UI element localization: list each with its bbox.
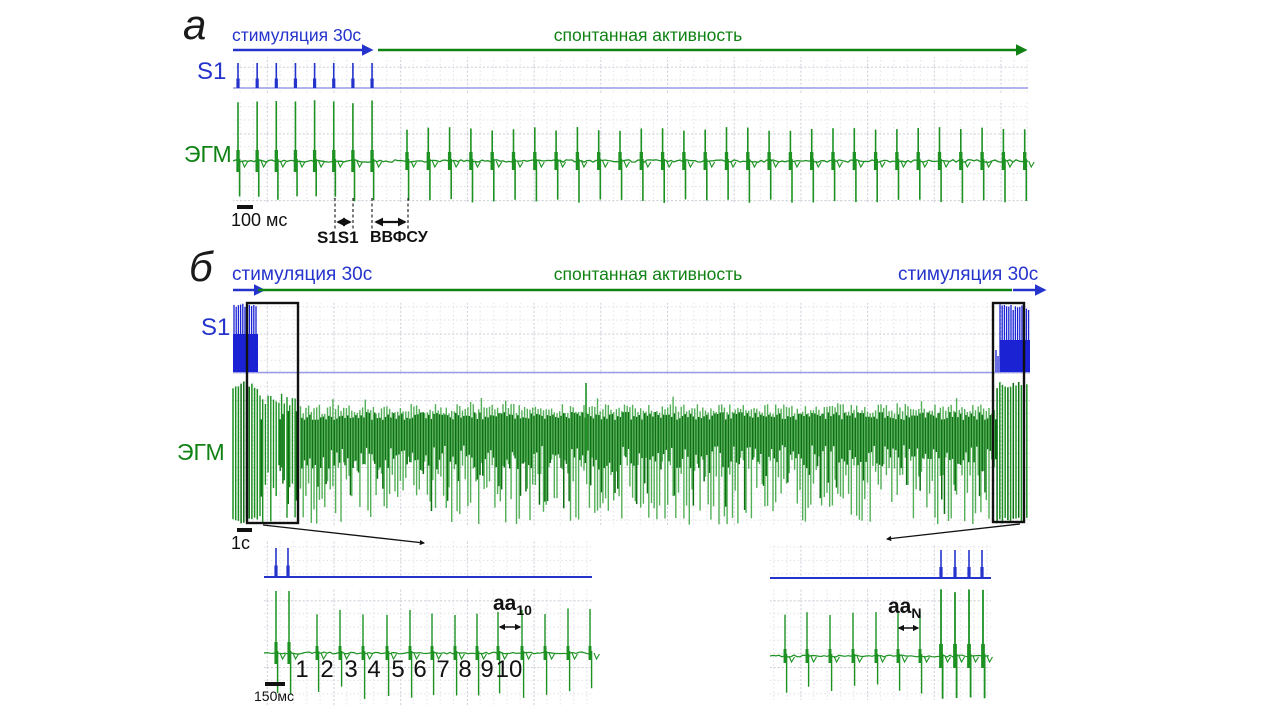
interval-number: 10 bbox=[496, 658, 523, 682]
interval-number: 5 bbox=[391, 658, 404, 682]
aaN-annotation: ааN bbox=[888, 596, 921, 620]
panel-b-stim-right-label: стимуляция 30с bbox=[898, 265, 1030, 284]
panel-a-letter: а bbox=[183, 4, 206, 46]
aa10-base: аа bbox=[493, 592, 516, 615]
interval-number: 8 bbox=[458, 658, 471, 682]
trace-canvas bbox=[0, 0, 1280, 720]
aaN-base: аа bbox=[888, 595, 911, 618]
aa10-annotation: аа10 bbox=[493, 593, 532, 617]
interval-number: 4 bbox=[367, 658, 380, 682]
panel-a-s1-label: S1 bbox=[197, 60, 226, 84]
interval-number: 2 bbox=[320, 658, 333, 682]
panel-a-egm-label: ЭГМ bbox=[184, 143, 232, 166]
interval-number: 3 bbox=[344, 658, 357, 682]
panel-b-s1-label: S1 bbox=[201, 316, 230, 340]
panel-a-stim-label: стимуляция 30с bbox=[232, 27, 361, 45]
panel-b-letter: б bbox=[189, 246, 213, 288]
inset-scalebar-label: 150мс bbox=[254, 689, 294, 703]
panel-b-egm-label: ЭГМ bbox=[177, 441, 225, 464]
figure-root: а б стимуляция 30с спонтанная активность… bbox=[0, 0, 1280, 720]
panel-b-stim-left-label: стимуляция 30с bbox=[232, 265, 372, 284]
panel-b-spont-label: спонтанная активность bbox=[538, 266, 758, 284]
panel-a-spont-label: спонтанная активность bbox=[538, 27, 758, 45]
interval-number: 1 bbox=[295, 658, 308, 682]
interval-number: 6 bbox=[413, 658, 426, 682]
panel-b-scalebar-label: 1с bbox=[231, 534, 250, 552]
interval-number: 7 bbox=[436, 658, 449, 682]
vvfsu-annotation: ВВФСУ bbox=[370, 230, 428, 246]
interval-number: 9 bbox=[480, 658, 493, 682]
aaN-subscript: N bbox=[911, 605, 921, 621]
panel-a-scalebar-label: 100 мс bbox=[231, 211, 287, 229]
aa10-subscript: 10 bbox=[516, 602, 532, 618]
s1s1-annotation: S1S1 bbox=[317, 229, 359, 246]
